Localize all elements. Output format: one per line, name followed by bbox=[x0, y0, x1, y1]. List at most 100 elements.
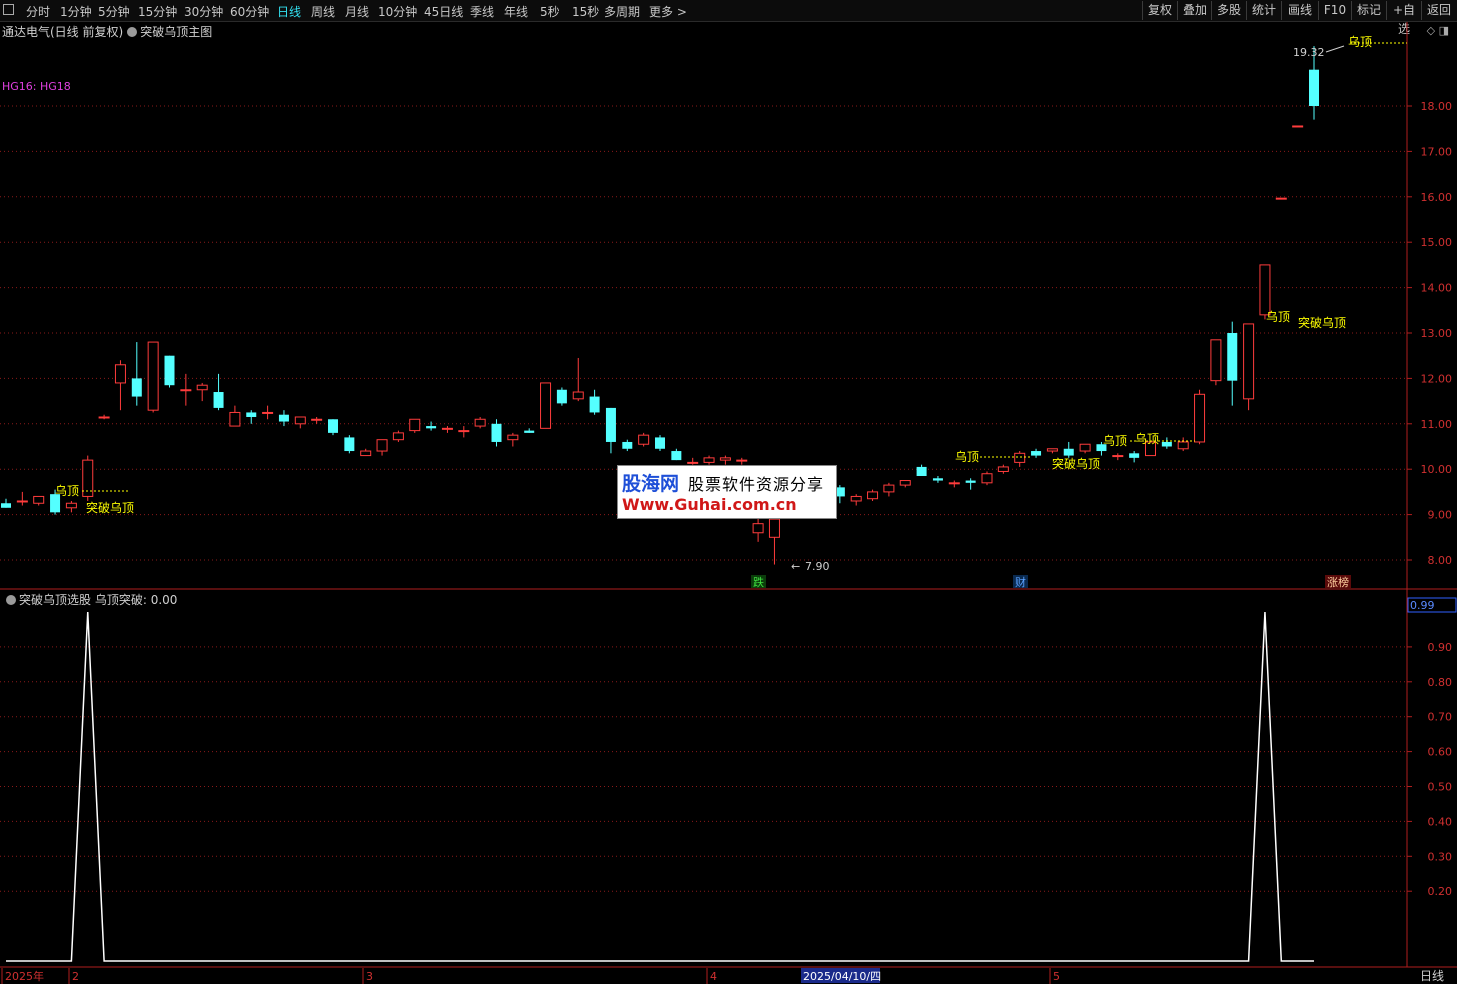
price-axis-label-6: 12.00 bbox=[1421, 372, 1453, 385]
candle-body-up bbox=[180, 389, 192, 392]
watermark-slogan: 股票软件资源分享 bbox=[688, 475, 825, 494]
timeline-label-1: 2 bbox=[72, 970, 79, 983]
candle-body-up bbox=[1177, 441, 1189, 450]
candle-body-up bbox=[409, 418, 421, 432]
candle-body-up bbox=[719, 457, 731, 461]
current-value-label: 0.99 bbox=[1410, 599, 1435, 612]
signal-label: 乌顶 bbox=[55, 483, 79, 498]
candle-body-up bbox=[867, 491, 879, 500]
event-tag-finance: 财 bbox=[1015, 575, 1026, 589]
candle-body-up bbox=[376, 439, 388, 452]
sub-axis-label-3: 0.60 bbox=[1428, 746, 1453, 759]
signal-label: 突破乌顶 bbox=[86, 500, 134, 515]
candle-body-up bbox=[1079, 443, 1091, 452]
candle-body-up bbox=[441, 427, 453, 430]
signal-label: 乌顶 bbox=[1266, 309, 1290, 324]
watermark-url: Www.Guhai.com.cn bbox=[622, 495, 797, 514]
timeline-label-5: 5 bbox=[1053, 970, 1060, 983]
signal-label: 乌顶 bbox=[1348, 34, 1372, 49]
candle-body-down bbox=[556, 389, 567, 404]
candle-body-up bbox=[1292, 125, 1304, 128]
candle-body-down bbox=[491, 423, 502, 442]
candle-body-down bbox=[1063, 448, 1074, 456]
candle-body-down bbox=[965, 480, 976, 483]
sub-axis-label-4: 0.50 bbox=[1428, 781, 1453, 794]
price-axis-label-9: 9.00 bbox=[1428, 509, 1453, 522]
candle-body-up bbox=[899, 480, 911, 486]
watermark-logo: 股海网 股票软件资源分享 Www.Guhai.com.cn bbox=[617, 465, 837, 519]
candle-body-up bbox=[114, 364, 126, 384]
candle-body-down bbox=[328, 419, 338, 433]
signal-label: 突破乌顶 bbox=[1298, 315, 1346, 330]
candle-body-up bbox=[16, 500, 28, 503]
sub-axis-label-1: 0.80 bbox=[1428, 676, 1453, 689]
candle-body-down bbox=[246, 412, 257, 417]
period-label: 日线 bbox=[1420, 969, 1444, 983]
candle-body-up bbox=[572, 391, 584, 400]
price-axis-label-1: 17.00 bbox=[1421, 145, 1453, 158]
candle-body-up bbox=[1194, 393, 1206, 443]
candle-body-up bbox=[752, 523, 764, 534]
candle-body-down bbox=[1161, 441, 1172, 447]
candle-body-up bbox=[997, 466, 1009, 472]
sub-axis-label-7: 0.20 bbox=[1428, 885, 1453, 898]
candle-body-up bbox=[703, 457, 715, 463]
candle-body-up bbox=[768, 518, 780, 538]
candle-body-down bbox=[655, 437, 665, 449]
candle-body-down bbox=[1031, 451, 1042, 456]
candle-body-down bbox=[605, 407, 616, 442]
timeline-label-3: 4 bbox=[710, 970, 717, 983]
timeline-label-2: 3 bbox=[366, 970, 373, 983]
sub-axis-label-2: 0.70 bbox=[1428, 711, 1453, 724]
candle-body-up bbox=[1243, 323, 1255, 400]
candle-body-up bbox=[1112, 455, 1124, 458]
candle-body-up bbox=[33, 495, 45, 504]
price-axis-label-0: 18.00 bbox=[1421, 100, 1453, 113]
candle-body-up bbox=[294, 416, 306, 425]
price-axis-label-8: 10.00 bbox=[1421, 463, 1453, 476]
candle-body-up bbox=[458, 430, 470, 433]
candle-body-up bbox=[311, 418, 323, 421]
event-tag-drop: 跌 bbox=[753, 575, 764, 589]
watermark-brand: 股海网 bbox=[622, 473, 680, 495]
candle-body-down bbox=[213, 392, 224, 408]
candle-body-down bbox=[1227, 333, 1238, 381]
price-axis-label-10: 8.00 bbox=[1428, 554, 1453, 567]
price-axis-label-7: 11.00 bbox=[1421, 418, 1453, 431]
candle-body-down bbox=[344, 437, 355, 452]
low-price-marker: 7.90 bbox=[805, 560, 830, 573]
candle-body-up bbox=[540, 382, 552, 429]
candle-body-up bbox=[736, 459, 748, 462]
candle-body-up bbox=[850, 495, 862, 502]
high-marker-arrow bbox=[1325, 45, 1345, 53]
candle-body-down bbox=[622, 441, 633, 449]
price-axis-label-4: 14.00 bbox=[1421, 282, 1453, 295]
candle-body-up bbox=[1046, 448, 1058, 452]
signal-label: 乌顶 bbox=[955, 449, 979, 464]
candle-body-down bbox=[524, 430, 535, 433]
candle-body-up bbox=[948, 482, 960, 485]
candle-body-up bbox=[65, 502, 77, 509]
candle-body-up bbox=[1014, 452, 1026, 463]
candle-body-down bbox=[278, 414, 289, 422]
cursor-date-label: 2025/04/10/四 bbox=[803, 970, 881, 983]
candle-body-down bbox=[1129, 453, 1140, 458]
candle-body-down bbox=[1309, 69, 1319, 106]
candle-body-up bbox=[262, 411, 274, 414]
price-axis-label-3: 15.00 bbox=[1421, 236, 1453, 249]
signal-label: 乌顶 bbox=[1103, 433, 1127, 448]
candle-body-down bbox=[589, 396, 600, 413]
candle-body-up bbox=[981, 473, 993, 484]
sub-axis-label-6: 0.30 bbox=[1428, 850, 1453, 863]
price-axis-label-2: 16.00 bbox=[1421, 191, 1453, 204]
timeline-label-0: 2025年 bbox=[5, 969, 44, 983]
candle-body-up bbox=[1275, 197, 1287, 200]
candle-body-down bbox=[131, 378, 142, 397]
candle-body-up bbox=[147, 341, 159, 411]
candle-body-down bbox=[916, 466, 927, 477]
candle-body-up bbox=[360, 450, 372, 457]
candle-body-down bbox=[1, 503, 11, 508]
event-tag-rise: 涨榜 bbox=[1327, 575, 1349, 589]
candle-body-up bbox=[638, 434, 650, 445]
candle-body-down bbox=[426, 426, 437, 429]
